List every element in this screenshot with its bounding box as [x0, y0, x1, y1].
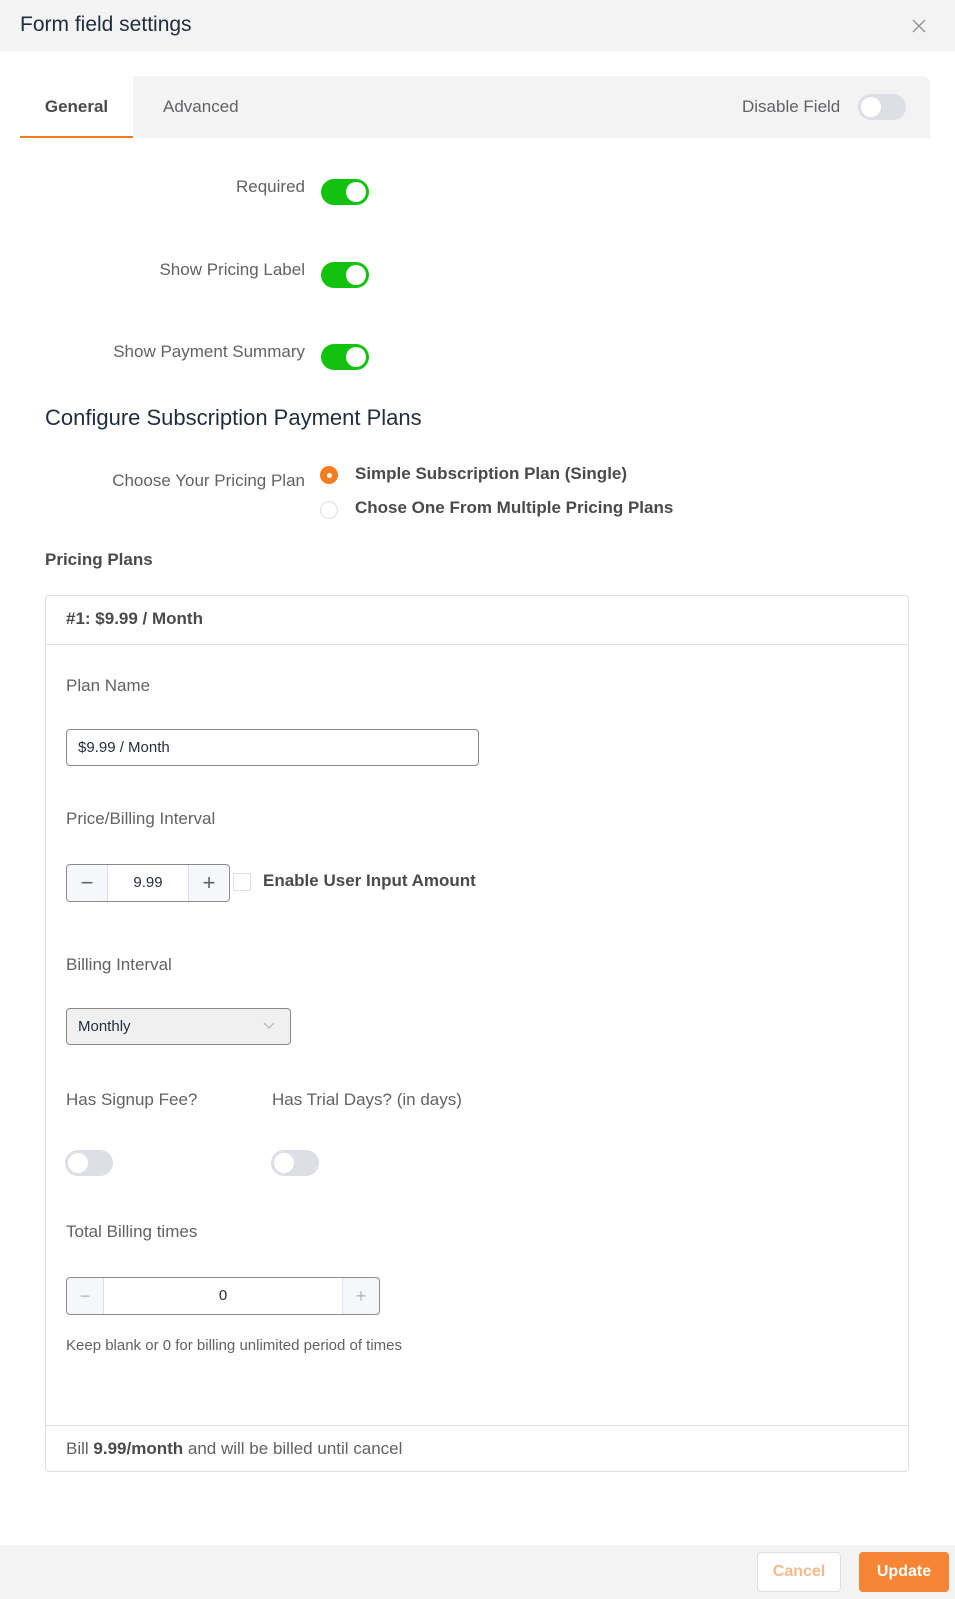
billing-interval-select[interactable]: Monthly [66, 1008, 291, 1045]
pricing-plan-label: Choose Your Pricing Plan [112, 471, 305, 490]
total-billing-stepper: − 0 + [66, 1277, 380, 1315]
radio-multiple-plans-label[interactable]: Chose One From Multiple Pricing Plans [355, 498, 673, 518]
plan-summary: Bill 9.99/month and will be billed until… [46, 1425, 908, 1471]
dialog-footer: Cancel Update [0, 1545, 955, 1599]
pricing-plans-heading: Pricing Plans [45, 550, 153, 569]
toggle-knob [68, 1153, 88, 1173]
trial-days-label: Has Trial Days? (in days) [272, 1090, 462, 1109]
price-stepper: − 9.99 + [66, 864, 230, 902]
show-payment-summary-label: Show Payment Summary [113, 342, 305, 361]
radio-multiple-plans[interactable] [320, 501, 338, 519]
plan-summary-text: Bill 9.99/month and will be billed until… [66, 1439, 402, 1459]
update-button[interactable]: Update [859, 1552, 949, 1592]
show-pricing-label-label: Show Pricing Label [159, 260, 305, 279]
billing-interval-value: Monthly [78, 1018, 131, 1035]
radio-simple-plan[interactable] [320, 466, 338, 484]
total-billing-input[interactable]: 0 [104, 1278, 342, 1314]
plan-card-title: #1: $9.99 / Month [66, 609, 203, 628]
close-button[interactable] [909, 16, 929, 36]
toggle-knob [861, 97, 881, 117]
toggle-knob [274, 1153, 294, 1173]
summary-prefix: Bill [66, 1439, 89, 1458]
price-decrement-button[interactable]: − [67, 865, 108, 901]
plan-name-input[interactable]: $9.99 / Month [66, 729, 479, 766]
enable-user-input-checkbox[interactable] [233, 873, 251, 891]
disable-field-toggle[interactable] [858, 94, 906, 120]
plan-card-header[interactable]: #1: $9.99 / Month [46, 596, 908, 645]
trial-days-toggle[interactable] [271, 1150, 319, 1176]
show-payment-summary-toggle[interactable] [321, 344, 369, 370]
dialog-title: Form field settings [20, 13, 192, 36]
tab-advanced[interactable]: Advanced [163, 76, 239, 138]
signup-fee-label: Has Signup Fee? [66, 1090, 198, 1109]
pricing-plan-card: #1: $9.99 / Month Plan Name $9.99 / Mont… [45, 595, 909, 1472]
required-label: Required [236, 177, 305, 196]
show-pricing-label-toggle[interactable] [321, 262, 369, 288]
tab-general[interactable]: General [20, 76, 133, 138]
dialog-header: Form field settings [0, 0, 955, 51]
toggle-knob [346, 182, 366, 202]
toggle-knob [346, 347, 366, 367]
total-billing-hint: Keep blank or 0 for billing unlimited pe… [66, 1337, 403, 1354]
signup-fee-toggle[interactable] [65, 1150, 113, 1176]
cancel-button[interactable]: Cancel [757, 1552, 841, 1592]
enable-user-input-label[interactable]: Enable User Input Amount [263, 871, 476, 891]
total-billing-increment-button[interactable]: + [342, 1278, 379, 1314]
summary-suffix: and will be billed until cancel [187, 1439, 403, 1458]
price-increment-button[interactable]: + [188, 865, 229, 901]
price-input[interactable]: 9.99 [108, 865, 188, 901]
summary-amount: 9.99/month [93, 1439, 184, 1458]
plan-name-label: Plan Name [66, 676, 151, 695]
tab-bar: General Advanced Disable Field [20, 76, 930, 138]
total-billing-decrement-button[interactable]: − [67, 1278, 104, 1314]
required-toggle[interactable] [321, 179, 369, 205]
total-billing-label: Total Billing times [66, 1222, 198, 1241]
price-label: Price/Billing Interval [66, 809, 216, 828]
toggle-knob [346, 265, 366, 285]
radio-simple-plan-label[interactable]: Simple Subscription Plan (Single) [355, 464, 627, 484]
billing-interval-label: Billing Interval [66, 955, 172, 974]
disable-field-label: Disable Field [742, 97, 841, 116]
chevron-down-icon [263, 1022, 275, 1029]
close-icon [912, 19, 926, 33]
section-title: Configure Subscription Payment Plans [45, 405, 422, 430]
